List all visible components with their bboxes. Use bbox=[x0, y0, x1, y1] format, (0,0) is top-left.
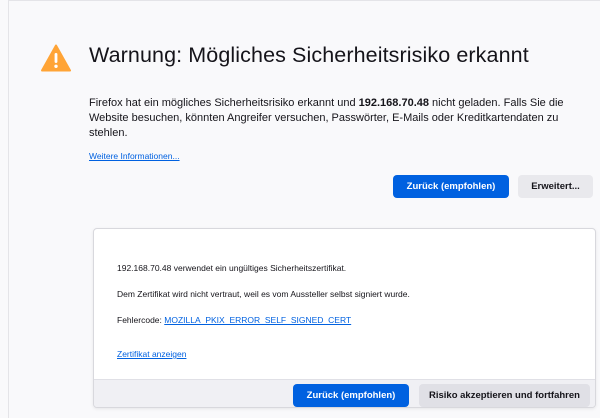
intro-text: Firefox hat ein mögliches Sicherheitsris… bbox=[89, 96, 594, 141]
error-code-line: Fehlercode: MOZILLA_PKIX_ERROR_SELF_SIGN… bbox=[117, 315, 351, 325]
back-button[interactable]: Zurück (empfohlen) bbox=[393, 175, 509, 198]
accept-risk-button[interactable]: Risiko akzeptieren und fortfahren bbox=[419, 384, 590, 407]
page-title: Warnung: Mögliches Sicherheitsrisiko erk… bbox=[89, 43, 529, 67]
advanced-footer: Zurück (empfohlen) Risiko akzeptieren un… bbox=[94, 379, 595, 407]
cert-invalid-text: 192.168.70.48 verwendet ein ungültiges S… bbox=[117, 263, 347, 273]
warning-icon bbox=[41, 44, 71, 72]
more-info-link[interactable]: Weitere Informationen... bbox=[89, 151, 180, 161]
advanced-button[interactable]: Erweitert... bbox=[518, 175, 593, 198]
cert-untrusted-text: Dem Zertifikat wird nicht vertraut, weil… bbox=[117, 289, 410, 299]
error-code-link[interactable]: MOZILLA_PKIX_ERROR_SELF_SIGNED_CERT bbox=[164, 315, 351, 325]
back-button-bottom[interactable]: Zurück (empfohlen) bbox=[293, 384, 409, 407]
error-page: Warnung: Mögliches Sicherheitsrisiko erk… bbox=[8, 0, 600, 418]
advanced-panel: 192.168.70.48 verwendet ein ungültiges S… bbox=[93, 228, 596, 408]
intro-text-part1: Firefox hat ein mögliches Sicherheitsris… bbox=[89, 97, 359, 109]
error-code-label: Fehlercode: bbox=[117, 315, 165, 325]
intro-host: 192.168.70.48 bbox=[358, 97, 429, 109]
view-certificate-link[interactable]: Zertifikat anzeigen bbox=[117, 349, 186, 359]
